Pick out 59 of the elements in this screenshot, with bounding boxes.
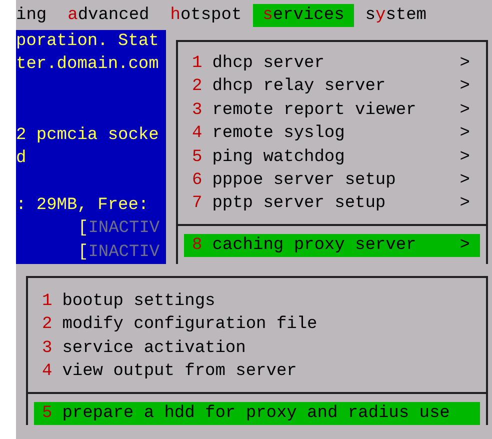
menu-item[interactable]: 3 service activation bbox=[34, 336, 480, 360]
item-label: remote report viewer bbox=[212, 100, 418, 122]
item-number: 1 bbox=[42, 291, 52, 313]
menu-item[interactable]: 8 caching proxy server > bbox=[184, 234, 480, 258]
item-number: 4 bbox=[192, 123, 202, 146]
item-number: 2 bbox=[192, 76, 202, 98]
status-text: [INACTIV bbox=[78, 219, 160, 238]
menu-item[interactable]: 2 modify configuration file bbox=[34, 313, 480, 337]
item-label: bootup settings bbox=[62, 291, 216, 313]
item-number: 8 bbox=[192, 234, 202, 257]
item-label: remote syslog bbox=[212, 123, 346, 146]
menu-bar-item[interactable]: hotspot bbox=[160, 4, 252, 26]
item-label: pppoe server setup bbox=[212, 170, 397, 192]
menu-item[interactable]: 2 dhcp relay server > bbox=[184, 75, 480, 99]
item-label: modify configuration file bbox=[62, 314, 318, 336]
item-number: 5 bbox=[192, 146, 202, 169]
status-text: [INACTIV bbox=[78, 242, 160, 262]
item-number: 6 bbox=[192, 170, 202, 192]
item-number: 1 bbox=[192, 53, 202, 75]
console-text: : 29MB, Free: bbox=[16, 196, 149, 215]
item-number: 3 bbox=[42, 338, 52, 360]
menu-item[interactable]: 1 dhcp server > bbox=[184, 52, 480, 76]
submenu-arrow: > bbox=[460, 76, 470, 98]
item-label: dhcp server bbox=[212, 53, 326, 75]
console-text: d bbox=[16, 148, 26, 168]
submenu-arrow: > bbox=[460, 193, 470, 216]
console-text: poration. Stat bbox=[16, 32, 159, 51]
menu-item[interactable]: 3 remote report viewer > bbox=[184, 98, 480, 122]
menu-item[interactable]: 5 ping watchdog > bbox=[184, 146, 480, 169]
menu-bar-item[interactable]: ing bbox=[16, 4, 57, 26]
item-label: pptp server setup bbox=[212, 193, 387, 216]
item-number: 2 bbox=[42, 314, 52, 336]
item-label: prepare a hdd for proxy and radius use bbox=[62, 402, 451, 425]
item-number: 4 bbox=[42, 361, 52, 384]
submenu-arrow: > bbox=[460, 170, 470, 192]
submenu-arrow: > bbox=[460, 234, 470, 257]
item-label: caching proxy server bbox=[212, 234, 418, 257]
submenu-arrow: > bbox=[460, 123, 470, 146]
item-number: 7 bbox=[192, 193, 202, 216]
menu-item[interactable]: 4 remote syslog > bbox=[184, 122, 480, 146]
console-text: 2 pcmcia socke bbox=[16, 126, 159, 145]
submenu-arrow: > bbox=[460, 100, 470, 122]
submenu-arrow: > bbox=[460, 146, 470, 169]
item-number: 5 bbox=[42, 402, 52, 425]
menu-item[interactable]: 5 prepare a hdd for proxy and radius use bbox=[34, 402, 480, 425]
menu-item[interactable]: 6 pppoe server setup > bbox=[184, 168, 480, 192]
item-label: service activation bbox=[62, 338, 247, 360]
menu-bar-item[interactable]: advanced bbox=[58, 4, 160, 26]
menu-item[interactable]: 7 pptp server setup > bbox=[184, 192, 480, 216]
menu-bar-item[interactable]: system bbox=[355, 4, 436, 26]
item-label: view output from server bbox=[62, 361, 298, 384]
item-label: ping watchdog bbox=[212, 146, 346, 169]
submenu-arrow: > bbox=[460, 53, 470, 75]
console-text: ter.domain.com bbox=[16, 55, 159, 74]
menu-bar-item[interactable]: services bbox=[252, 4, 354, 26]
menu-item[interactable]: 4 view output from server bbox=[34, 360, 480, 384]
menu-item[interactable]: 1 bootup settings bbox=[34, 290, 480, 314]
item-number: 3 bbox=[192, 100, 202, 122]
item-label: dhcp relay server bbox=[212, 76, 387, 98]
